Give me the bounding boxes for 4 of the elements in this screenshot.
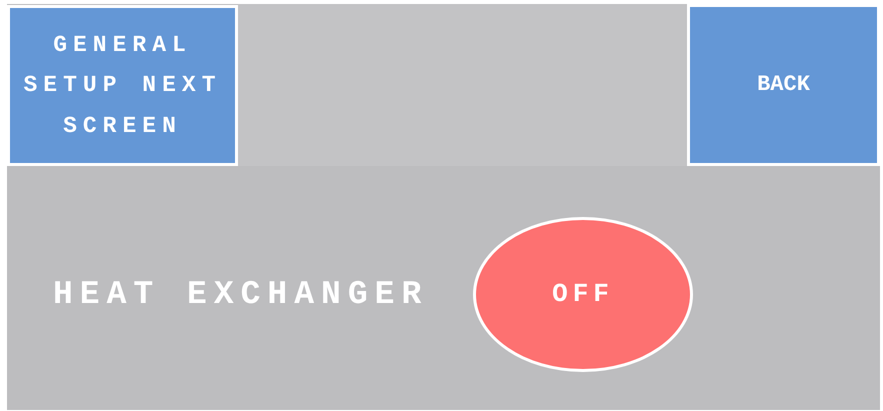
heat-exchanger-toggle[interactable]: OFF [473, 216, 693, 372]
back-button[interactable]: BACK [687, 4, 880, 166]
general-setup-next-screen-button[interactable]: GENERAL SETUP NEXT SCREEN [7, 5, 238, 166]
heat-exchanger-label: HEAT EXCHANGER [53, 276, 430, 312]
